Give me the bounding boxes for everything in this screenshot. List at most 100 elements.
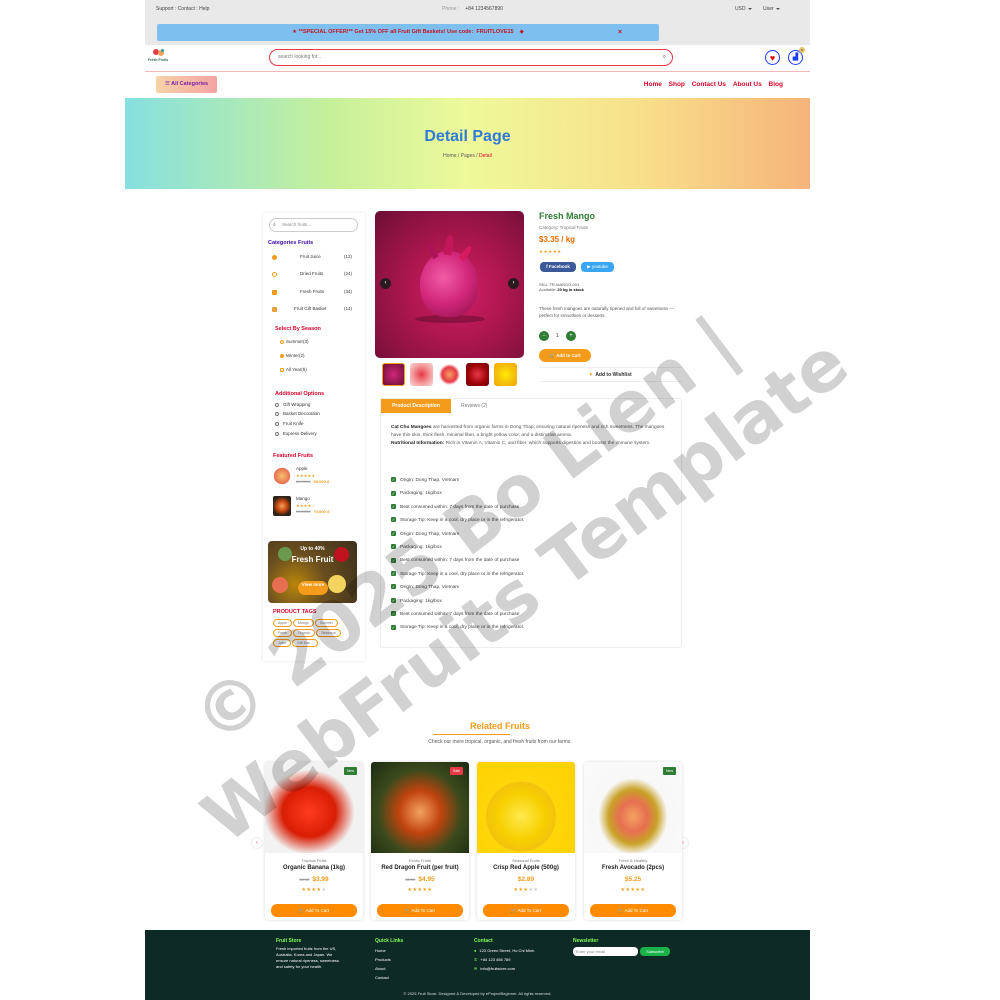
quantity-value[interactable]: 1: [556, 333, 559, 339]
subscribe-button[interactable]: Subscribe: [640, 947, 670, 956]
card-price: $4.50 $3.99: [265, 876, 363, 883]
feature-text: Origin: Dong Thap, Vietnam: [400, 585, 460, 591]
next-image-button[interactable]: ›: [508, 278, 519, 289]
footer-phone: ✆ +84 123 456 789: [474, 955, 534, 964]
user-dropdown[interactable]: User: [763, 6, 780, 12]
currency-dropdown[interactable]: USD: [735, 6, 752, 12]
chevron-left-icon: ‹: [384, 280, 387, 286]
thumbnail-dragon-fruit[interactable]: [382, 363, 405, 386]
rating-stars: ★★★★: [301, 887, 322, 893]
related-prev-button[interactable]: ‹: [252, 838, 262, 848]
increase-qty-button[interactable]: +: [566, 331, 576, 341]
check-icon: ✓: [391, 597, 396, 603]
option-checkbox[interactable]: Express Delivery: [275, 431, 317, 436]
sidebar-search-input[interactable]: ⌕ Search fruits...: [269, 218, 358, 232]
category-count: (12): [343, 254, 352, 259]
add-to-cart-button[interactable]: 🛒 Add To Cart: [590, 904, 676, 917]
product-card[interactable]: Seasonal Fruits Crisp Red Apple (500g) $…: [477, 762, 575, 920]
tab-description[interactable]: Product Description: [381, 399, 451, 413]
feature-text: Packaging: 1kg/box: [400, 491, 442, 497]
categories-title: Categories Fruits: [268, 240, 314, 246]
logo[interactable]: Fresh Fruits: [148, 49, 170, 65]
radio-icon: [280, 339, 284, 344]
product-category: Category: Tropical Fruits: [539, 225, 589, 230]
add-to-cart-button[interactable]: 🛒 Add To Cart: [377, 904, 463, 917]
tag[interactable]: Organic: [292, 629, 316, 637]
option-checkbox[interactable]: Gift Wrapping: [275, 402, 310, 407]
tab-reviews[interactable]: Reviews (2): [461, 399, 487, 413]
footer-link-about[interactable]: About: [375, 964, 403, 973]
category-item[interactable]: Fruit Gift Basket (14): [272, 306, 356, 316]
season-option[interactable]: Winter(2): [280, 353, 305, 358]
gift-icon: ◆: [519, 29, 524, 35]
youtube-button[interactable]: ▶ youtube: [581, 262, 614, 272]
wishlist-button[interactable]: ♥: [765, 50, 780, 65]
cart-button[interactable]: ▟ 0: [788, 47, 805, 65]
option-label: Fruit Knife: [283, 421, 304, 426]
season-option[interactable]: Summer(3): [280, 339, 309, 344]
footer-quick-links: Quick Links Home Products About Contact: [375, 937, 403, 982]
category-item[interactable]: Fruit Juice (12): [272, 254, 356, 264]
tag[interactable]: Juice: [273, 639, 292, 647]
search-icon[interactable]: ⌕: [663, 50, 666, 65]
check-icon: ✓: [391, 557, 396, 563]
thumbnail-lemon[interactable]: [494, 363, 517, 386]
featured-item[interactable]: Apple ★★★★★ 80.000đ 50.000 đ: [273, 466, 359, 491]
facebook-share-button[interactable]: f Facebook: [540, 262, 576, 272]
tag[interactable]: Seasonal: [316, 629, 341, 637]
juice-icon: [272, 255, 277, 260]
add-to-cart-button[interactable]: 🛒 Add To Cart: [271, 904, 357, 917]
product-card[interactable]: Sale Exotic Fruits Red Dragon Fruit (per…: [371, 762, 469, 920]
tag[interactable]: Mango: [292, 619, 314, 627]
nav-blog[interactable]: Blog: [769, 81, 783, 88]
tag[interactable]: Gift Bas...: [292, 639, 318, 647]
feature-item: ✓ Best consumed within: 7 days from the d…: [391, 611, 671, 624]
support-links[interactable]: Support : Contact : Help: [156, 6, 209, 12]
search-input[interactable]: search looking for... ⌕: [269, 49, 673, 66]
nav-contact[interactable]: Contact Us: [692, 81, 726, 88]
page-margin: [0, 0, 145, 1000]
footer-link-contact[interactable]: Contact: [375, 973, 403, 982]
product-description: These fresh mangoes are naturally ripene…: [539, 306, 674, 318]
newsletter-email-input[interactable]: Enter your email: [573, 947, 638, 956]
card-price: $2.89: [477, 876, 575, 883]
breadcrumb-home[interactable]: Home: [443, 153, 456, 159]
nav-shop[interactable]: Shop: [669, 81, 685, 88]
add-to-wishlist-button[interactable]: ♥ Add to Wishlist: [539, 367, 682, 382]
feature-text: Packaging: 1kg/box: [400, 544, 442, 550]
check-icon: ✓: [391, 544, 396, 550]
nav-home[interactable]: Home: [644, 81, 662, 88]
category-item[interactable]: Dried Fruits (24): [272, 271, 356, 281]
rating-stars: ★★★: [513, 887, 529, 893]
breadcrumb-pages[interactable]: Pages: [461, 153, 475, 159]
add-to-cart-button[interactable]: 🛒 Add To Cart: [483, 904, 569, 917]
old-price: 90.000đ: [296, 509, 311, 514]
tag[interactable]: Apple: [273, 619, 292, 627]
product-card[interactable]: New Tropical Fruits Organic Banana (1kg)…: [265, 762, 363, 920]
view-more-button[interactable]: View more: [298, 581, 328, 595]
footer-link-home[interactable]: Home: [375, 946, 403, 955]
category-item[interactable]: Fresh Fruits (34): [272, 289, 356, 299]
option-checkbox[interactable]: Fruit Knife: [275, 421, 304, 426]
thumbnail-apples[interactable]: [466, 363, 489, 386]
option-checkbox[interactable]: Basket Decoration: [275, 411, 320, 416]
product-image: [371, 762, 469, 853]
feature-text: Packaging: 1kg/box: [400, 598, 442, 604]
footer-link-products[interactable]: Products: [375, 955, 403, 964]
product-card[interactable]: New Fresh & Healthy Fresh Avocado (2pcs)…: [584, 762, 682, 920]
season-option[interactable]: All Year(5): [280, 367, 307, 372]
product-tabs: Product Description Reviews (2) Cat Chu …: [380, 398, 682, 648]
thumbnail-strawberry[interactable]: [410, 363, 433, 386]
decrease-qty-button[interactable]: −: [539, 331, 549, 341]
all-categories-button[interactable]: ☰ All Categories: [156, 76, 217, 93]
tag[interactable]: Summer: [314, 619, 338, 627]
featured-name: Apple: [296, 466, 308, 471]
tag[interactable]: Fresh: [273, 629, 292, 637]
thumbnail-peach[interactable]: [438, 363, 461, 386]
add-to-cart-button[interactable]: 🛒 Add to Cart: [539, 349, 591, 362]
prev-image-button[interactable]: ‹: [380, 278, 391, 289]
nav-about[interactable]: About Us: [733, 81, 762, 88]
featured-item[interactable]: Mango ★★★★☆ 90.000đ 70.000 đ: [273, 496, 359, 521]
sidebar: ⌕ Search fruits... Categories Fruits Frui…: [263, 213, 365, 661]
close-banner-button[interactable]: ×: [618, 24, 622, 41]
